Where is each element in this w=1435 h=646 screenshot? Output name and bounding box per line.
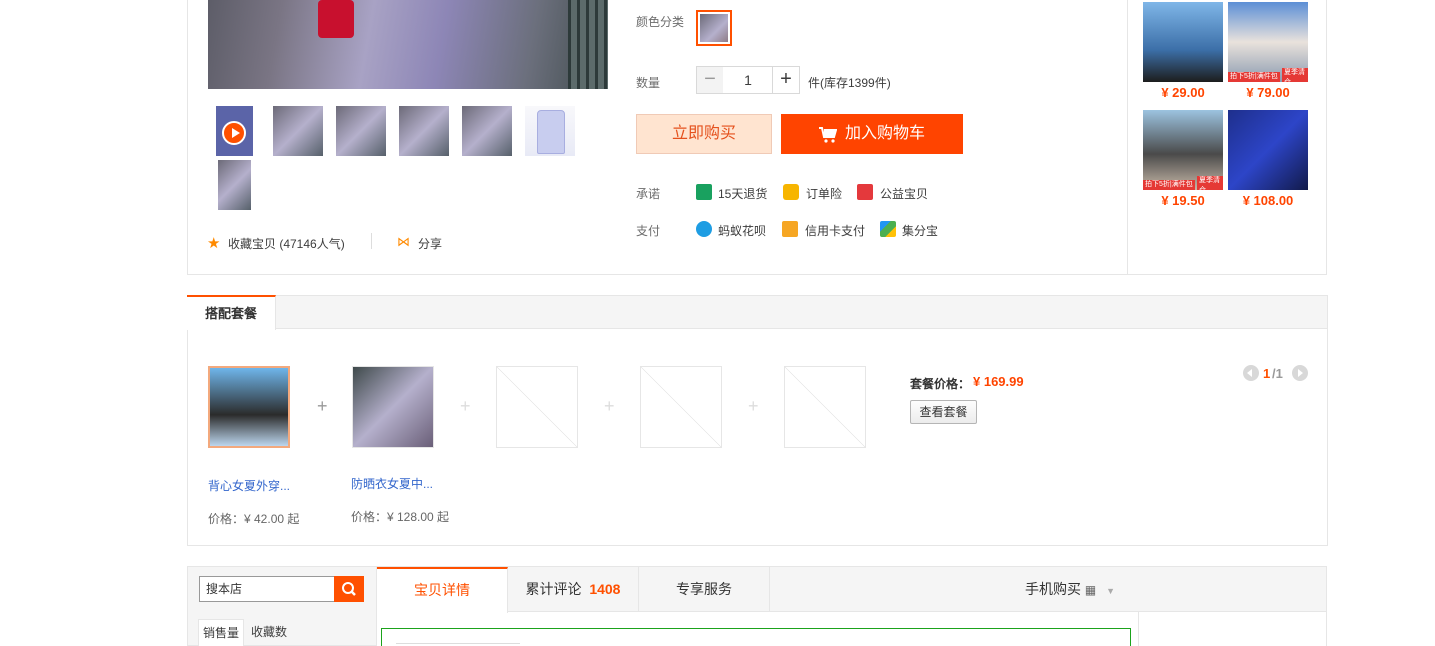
- combo-price: ¥ 169.99: [973, 374, 1024, 389]
- insurance-icon: [783, 184, 799, 200]
- color-label: 颜色分类: [636, 15, 685, 29]
- combo-placeholder: [640, 366, 722, 448]
- play-icon: [222, 121, 246, 145]
- promise-label: 承诺: [636, 187, 661, 201]
- combo-price-label: 套餐价格：: [910, 377, 971, 391]
- pay-huabei[interactable]: 蚂蚁花呗: [718, 222, 766, 239]
- shop-sidebar: 搜本店 销售量 收藏数: [187, 566, 377, 646]
- combo-item-price: 价格：¥ 128.00 起: [351, 510, 450, 524]
- rec-item-image[interactable]: 拍下5折|满件包邮 夏季清仓: [1143, 110, 1223, 198]
- jifenbao-icon: [880, 221, 896, 237]
- rec-price: ¥ 79.00: [1246, 85, 1290, 100]
- share-link[interactable]: 分享: [418, 235, 442, 252]
- charity-icon: [857, 184, 873, 200]
- description-content: [381, 628, 1131, 646]
- combo-placeholder: [784, 366, 866, 448]
- combo-item-image[interactable]: [208, 366, 290, 448]
- pay-jifenbao[interactable]: 集分宝: [902, 222, 938, 239]
- promise-insurance[interactable]: 订单险: [806, 185, 842, 202]
- stock-text: 件(库存1399件): [808, 76, 891, 90]
- qty-decrease-button[interactable]: −: [696, 66, 724, 94]
- combo-package-section: 搭配套餐 + + + + 背心女夏外穿... 价格：¥ 42.00 起 防晒衣女…: [187, 295, 1328, 546]
- mobile-buy-link[interactable]: 手机购买 ▦ ▼: [1025, 567, 1115, 612]
- huabei-icon: [696, 221, 712, 237]
- star-icon: ★: [207, 235, 221, 252]
- detail-sidebar: [1138, 612, 1327, 646]
- credit-card-icon: [782, 221, 798, 237]
- rec-price: ¥ 108.00: [1242, 193, 1294, 208]
- plus-icon: +: [604, 396, 615, 416]
- buy-now-button[interactable]: 立即购买: [636, 114, 772, 154]
- search-icon: [342, 582, 356, 596]
- chevron-right-icon[interactable]: [1292, 365, 1308, 381]
- rec-item-image[interactable]: [1228, 110, 1308, 190]
- favorite-link[interactable]: 收藏宝贝 (47146人气): [228, 235, 345, 252]
- tab-reviews[interactable]: 累计评论 1408: [508, 567, 639, 612]
- chevron-left-icon[interactable]: [1243, 365, 1259, 381]
- combo-placeholder: [496, 366, 578, 448]
- promise-return[interactable]: 15天退货: [718, 185, 767, 202]
- tab-combo[interactable]: 搭配套餐: [187, 295, 276, 330]
- qty-increase-button[interactable]: +: [772, 66, 800, 94]
- add-to-cart-label: 加入购物车: [845, 125, 926, 142]
- mobile-buy-label: 手机购买: [1025, 581, 1081, 597]
- thumbnail-6[interactable]: [218, 160, 251, 210]
- qty-input[interactable]: [723, 66, 773, 94]
- plus-icon: +: [317, 396, 328, 416]
- chevron-down-icon: ▼: [1106, 586, 1116, 596]
- thumbnail-5[interactable]: [525, 106, 575, 156]
- pay-label: 支付: [636, 224, 661, 238]
- combo-item-name[interactable]: 防晒衣女夏中...: [351, 475, 433, 492]
- color-swatch[interactable]: [696, 10, 732, 46]
- combo-item-name[interactable]: 背心女夏外穿...: [208, 477, 290, 494]
- thumbnail-4[interactable]: [462, 106, 512, 156]
- detail-tabs-bar: 宝贝详情 累计评论 1408 专享服务 手机购买 ▦ ▼: [377, 566, 1327, 613]
- cart-icon: [819, 127, 837, 143]
- combo-item-price: 价格：¥ 42.00 起: [208, 512, 300, 526]
- qty-label: 数量: [636, 76, 661, 90]
- search-button[interactable]: [334, 576, 364, 602]
- combo-header: [188, 296, 1327, 329]
- video-thumbnail[interactable]: [216, 106, 253, 156]
- rec-item-image[interactable]: [1143, 2, 1223, 82]
- rec-price: ¥ 29.00: [1161, 85, 1205, 100]
- sort-sales-tab[interactable]: 销售量: [198, 619, 244, 646]
- thumbnail-1[interactable]: [273, 106, 323, 156]
- divider: [371, 233, 372, 249]
- page-current: 1: [1263, 366, 1271, 381]
- combo-item-image[interactable]: [352, 366, 434, 448]
- shop-search-input[interactable]: 搜本店: [199, 576, 335, 602]
- plus-icon: +: [460, 396, 471, 416]
- qrcode-icon: ▦: [1084, 583, 1097, 597]
- view-combo-button[interactable]: 查看套餐: [910, 400, 977, 424]
- rec-item-image[interactable]: 拍下5折|满件包邮 夏季清仓: [1228, 2, 1308, 90]
- thumbnail-3[interactable]: [399, 106, 449, 156]
- share-icon: ⋈: [397, 234, 410, 249]
- main-product-image[interactable]: [208, 0, 608, 89]
- add-to-cart-button[interactable]: 加入购物车: [781, 114, 963, 154]
- reviews-label: 累计评论: [525, 581, 582, 597]
- pay-credit-card[interactable]: 信用卡支付: [805, 222, 865, 239]
- tab-detail[interactable]: 宝贝详情: [377, 567, 508, 613]
- sort-favorites-tab[interactable]: 收藏数: [246, 619, 292, 646]
- tab-service[interactable]: 专享服务: [639, 567, 770, 612]
- rec-price: ¥ 19.50: [1161, 193, 1205, 208]
- page-total: /1: [1272, 366, 1283, 381]
- promise-charity[interactable]: 公益宝贝: [880, 185, 928, 202]
- plus-icon: +: [748, 396, 759, 416]
- thumbnail-2[interactable]: [336, 106, 386, 156]
- return-icon: [696, 184, 712, 200]
- reviews-count: 1408: [589, 581, 621, 597]
